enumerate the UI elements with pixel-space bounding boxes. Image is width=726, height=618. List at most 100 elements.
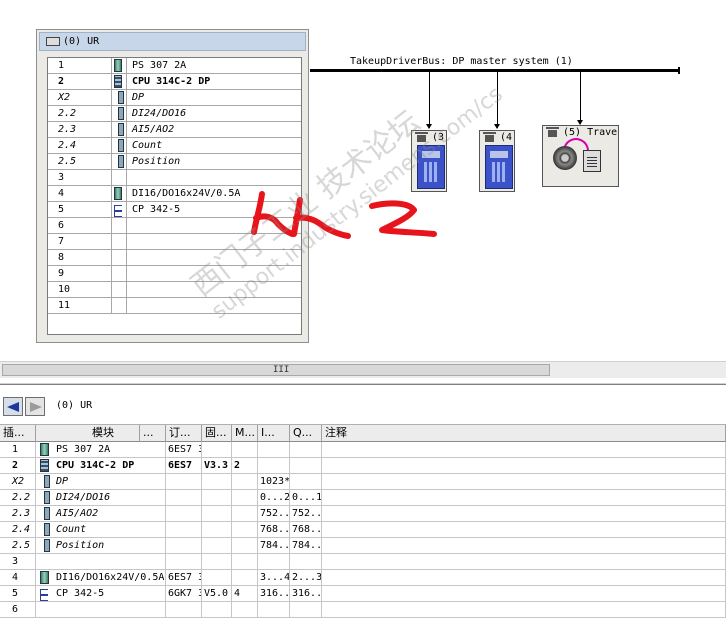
cell-i: 1023* [260, 474, 290, 489]
rack-window[interactable]: (0) UR 1 PS 307 2A 2 CPU 314C-2 DP X2 DP 2.2 DI… [36, 29, 309, 343]
table-row[interactable]: 2.5 784...784... Position [0, 538, 726, 554]
column-header[interactable]: 固... [202, 425, 232, 442]
cell-i [258, 602, 290, 617]
table-row[interactable]: 3 [0, 554, 726, 570]
rack-slot-row[interactable]: 10 [48, 282, 301, 298]
cell-q: 316... [292, 586, 322, 601]
table-row[interactable]: 56GK7 3V5.04316...316...CP 342-5 [0, 586, 726, 602]
horizontal-scrollbar[interactable]: III [0, 361, 726, 378]
detail-table-header: 插... 模块... 订... 固... M... I... Q... 注释 [0, 424, 726, 442]
table-row[interactable]: 1 6ES7 3 PS 307 2A [0, 442, 726, 458]
table-row[interactable]: 2 6ES7 V3.3 2 CPU 314C-2 DP [0, 458, 726, 474]
column-separator [126, 234, 127, 249]
slot-number: 7 [48, 234, 112, 249]
rack-slot-row[interactable]: 2.5 Position [48, 154, 301, 170]
rack-slot-row[interactable]: 8 [48, 250, 301, 266]
module-module-icon [40, 443, 49, 456]
cell-comment [322, 570, 726, 585]
cell-mpi [232, 602, 258, 617]
rack-slot-row[interactable]: 2.4 Count [48, 138, 301, 154]
cell-slot: 2.2 [0, 490, 36, 505]
profibus-connector-icon [415, 132, 428, 142]
cell-mpi [232, 490, 258, 505]
module-module-icon [114, 187, 122, 200]
table-row[interactable]: 2.4 768...768... Count [0, 522, 726, 538]
cell-mpi [232, 522, 258, 537]
table-row[interactable]: X2 1023* DP [0, 474, 726, 490]
slot-number: 10 [48, 282, 112, 297]
column-separator [126, 250, 127, 265]
rack-slot-row[interactable]: X2 DP [48, 90, 301, 106]
slot-number: 3 [48, 170, 112, 185]
column-header[interactable]: M... [232, 425, 258, 442]
column-header[interactable]: ... [140, 425, 166, 442]
dp-slave-node-3[interactable]: (3 [411, 130, 447, 192]
column-header[interactable]: 模块 [36, 425, 140, 442]
table-row[interactable]: 4 6ES7 3 3...4 2...3 DI16/DO16x24V/0.5A [0, 570, 726, 586]
cell-comment [322, 442, 726, 457]
scrollbar-thumb[interactable]: III [2, 364, 550, 376]
scrollbar-grip: III [273, 365, 290, 375]
dp-bus-label[interactable]: TakeupDriverBus: DP master system (1) [350, 56, 573, 67]
back-button[interactable] [3, 397, 23, 416]
rack-slot-row[interactable]: 2.2 DI24/DO16 [48, 106, 301, 122]
column-header[interactable]: 插... [0, 425, 36, 442]
rack-slot-row[interactable]: 2 CPU 314C-2 DP [48, 74, 301, 90]
bus-drop-line [426, 72, 432, 129]
slot-number: 2.2 [48, 106, 112, 121]
cell-order: 6GK7 3 [168, 586, 202, 601]
table-row[interactable]: 2.2 0...2 0...1 DI24/DO16 [0, 490, 726, 506]
cell-fw [202, 602, 232, 617]
cell-slot: 6 [0, 602, 36, 617]
column-separator [126, 266, 127, 281]
rack-slot-row[interactable]: 1 PS 307 2A [48, 58, 301, 74]
cell-module: CPU 314C-2 DP [56, 460, 135, 471]
column-separator [126, 218, 127, 233]
column-header[interactable]: I... [258, 425, 290, 442]
cell-module [54, 602, 166, 617]
bus-end-marker [678, 67, 680, 74]
cell-module: CP 342-5 [56, 588, 105, 599]
slot-number: 8 [48, 250, 112, 265]
cell-q [290, 554, 322, 569]
cell-mpi [232, 474, 258, 489]
table-row[interactable]: 2.3 752...752... AI5/AO2 [0, 506, 726, 522]
cell-fw [202, 474, 232, 489]
cell-fw [202, 570, 232, 585]
rack-slot-row[interactable]: 3 [48, 170, 301, 186]
column-separator [126, 170, 127, 185]
column-header[interactable]: 注释 [322, 425, 726, 442]
column-separator [126, 186, 127, 201]
rack-title-bar[interactable]: (0) UR [39, 32, 306, 51]
module-name: Count [132, 140, 163, 151]
rack-slot-row[interactable]: 9 [48, 266, 301, 282]
dp-slave-node-5[interactable]: (5) Trave [542, 125, 619, 187]
cell-i [258, 458, 290, 473]
cell-slot: 2 [0, 458, 36, 473]
rack-slot-row[interactable]: 11 [48, 298, 301, 314]
table-row[interactable]: 6 [0, 602, 726, 618]
cell-comment [322, 586, 726, 601]
dp-master-bus-line[interactable] [310, 69, 680, 72]
cell-q [290, 458, 322, 473]
sub-module-icon [44, 539, 50, 552]
module-name: PS 307 2A [132, 60, 187, 71]
column-header[interactable]: Q... [290, 425, 322, 442]
cell-slot: X2 [0, 474, 36, 489]
cell-fw [202, 442, 232, 457]
slot-number: 6 [48, 218, 112, 233]
cell-comment [322, 474, 726, 489]
cell-slot: 1 [0, 442, 36, 457]
rack-slot-row[interactable]: 2.3 AI5/AO2 [48, 122, 301, 138]
column-separator [126, 298, 127, 313]
forward-button[interactable] [25, 397, 45, 416]
dp-slave-node-4[interactable]: (4 [479, 130, 515, 192]
cell-order [166, 538, 202, 553]
column-separator [126, 202, 127, 217]
slot-number: 2.4 [48, 138, 112, 153]
cell-order: 6ES7 3 [168, 570, 202, 585]
cell-mpi [232, 442, 258, 457]
column-header[interactable]: 订... [166, 425, 202, 442]
module-name: DP [132, 92, 145, 103]
pane-splitter[interactable] [0, 382, 726, 385]
